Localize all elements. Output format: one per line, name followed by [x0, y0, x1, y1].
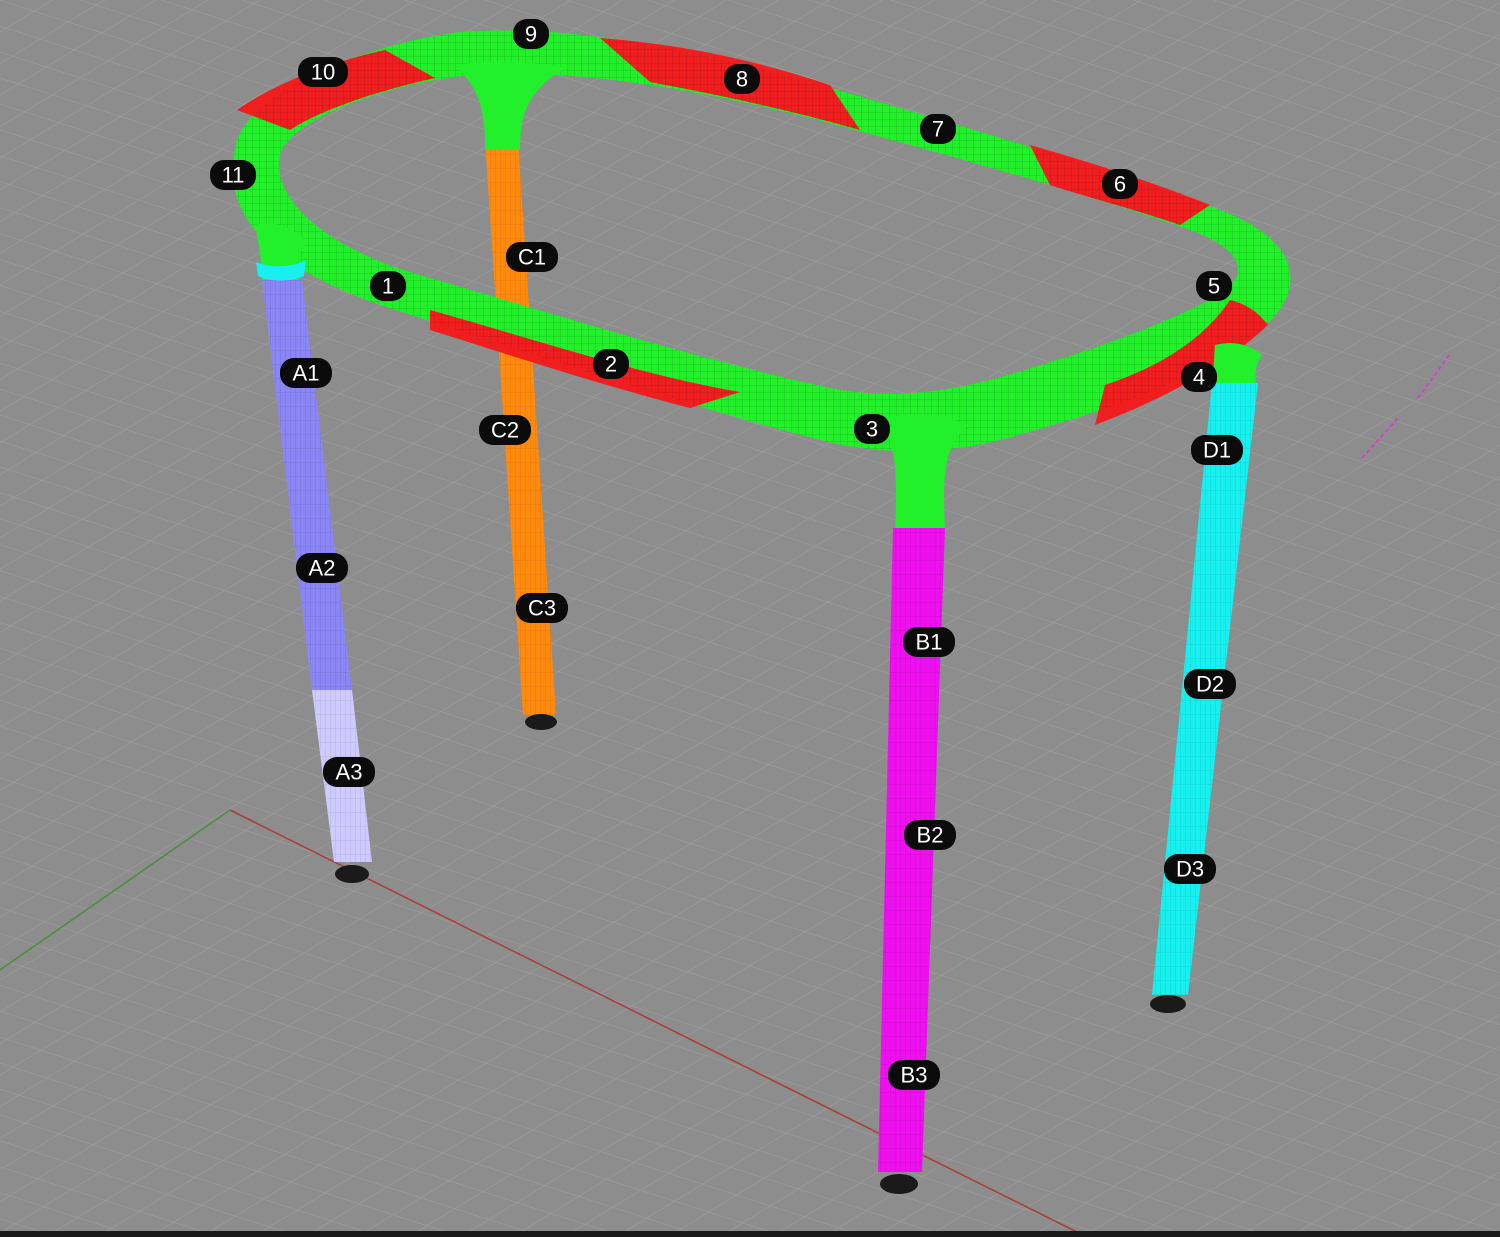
- label-ring-11[interactable]: 11: [210, 160, 256, 190]
- label-b1-text: B1: [916, 630, 943, 655]
- label-b2[interactable]: B2: [904, 820, 956, 850]
- label-ring-1-text: 1: [382, 274, 394, 299]
- label-d3[interactable]: D3: [1164, 854, 1216, 884]
- label-a3[interactable]: A3: [323, 757, 375, 787]
- label-ring-6-text: 6: [1114, 172, 1126, 197]
- label-c3[interactable]: C3: [516, 593, 568, 623]
- label-a2-text: A2: [309, 556, 336, 581]
- label-ring-3[interactable]: 3: [854, 414, 890, 444]
- label-ring-5-text: 5: [1208, 274, 1220, 299]
- label-d1-text: D1: [1203, 438, 1231, 463]
- label-a2[interactable]: A2: [296, 553, 348, 583]
- label-ring-10-text: 10: [311, 60, 335, 85]
- label-c1-text: C1: [518, 245, 546, 270]
- label-ring-10[interactable]: 10: [298, 57, 348, 87]
- label-b1[interactable]: B1: [903, 627, 955, 657]
- label-c3-text: C3: [528, 596, 556, 621]
- label-c2-text: C2: [491, 418, 519, 443]
- label-a1[interactable]: A1: [280, 358, 332, 388]
- leg-c-foot: [525, 714, 557, 730]
- label-d3-text: D3: [1176, 857, 1204, 882]
- label-d1[interactable]: D1: [1191, 435, 1243, 465]
- leg-a-foot: [335, 865, 369, 883]
- label-ring-9[interactable]: 9: [513, 19, 549, 49]
- label-b3[interactable]: B3: [888, 1060, 940, 1090]
- leg-d-foot: [1150, 995, 1186, 1013]
- label-ring-1[interactable]: 1: [370, 271, 406, 301]
- label-b3-text: B3: [901, 1063, 928, 1088]
- label-ring-4-text: 4: [1193, 365, 1205, 390]
- 3d-viewport[interactable]: 9 10 8 7 6 11 5 1 2 4 3 C1 C2 C3 A1 A2 A…: [0, 0, 1500, 1237]
- label-ring-5[interactable]: 5: [1196, 271, 1232, 301]
- label-ring-7[interactable]: 7: [920, 114, 956, 144]
- label-ring-8[interactable]: 8: [724, 64, 760, 94]
- label-ring-2-text: 2: [605, 352, 617, 377]
- label-ring-4[interactable]: 4: [1181, 362, 1217, 392]
- label-ring-7-text: 7: [932, 117, 944, 142]
- label-ring-2[interactable]: 2: [593, 349, 629, 379]
- viewport-bottom-border: [0, 1231, 1500, 1237]
- label-d2-text: D2: [1196, 672, 1224, 697]
- label-ring-6[interactable]: 6: [1102, 169, 1138, 199]
- leg-b-foot: [880, 1174, 918, 1194]
- label-c2[interactable]: C2: [479, 415, 531, 445]
- label-a3-text: A3: [336, 760, 363, 785]
- label-d2[interactable]: D2: [1184, 669, 1236, 699]
- label-a1-text: A1: [293, 361, 320, 386]
- label-ring-11-text: 11: [222, 163, 245, 188]
- label-ring-8-text: 8: [736, 67, 748, 92]
- label-b2-text: B2: [917, 823, 944, 848]
- label-ring-9-text: 9: [525, 22, 537, 47]
- label-c1[interactable]: C1: [506, 242, 558, 272]
- label-ring-3-text: 3: [866, 417, 878, 442]
